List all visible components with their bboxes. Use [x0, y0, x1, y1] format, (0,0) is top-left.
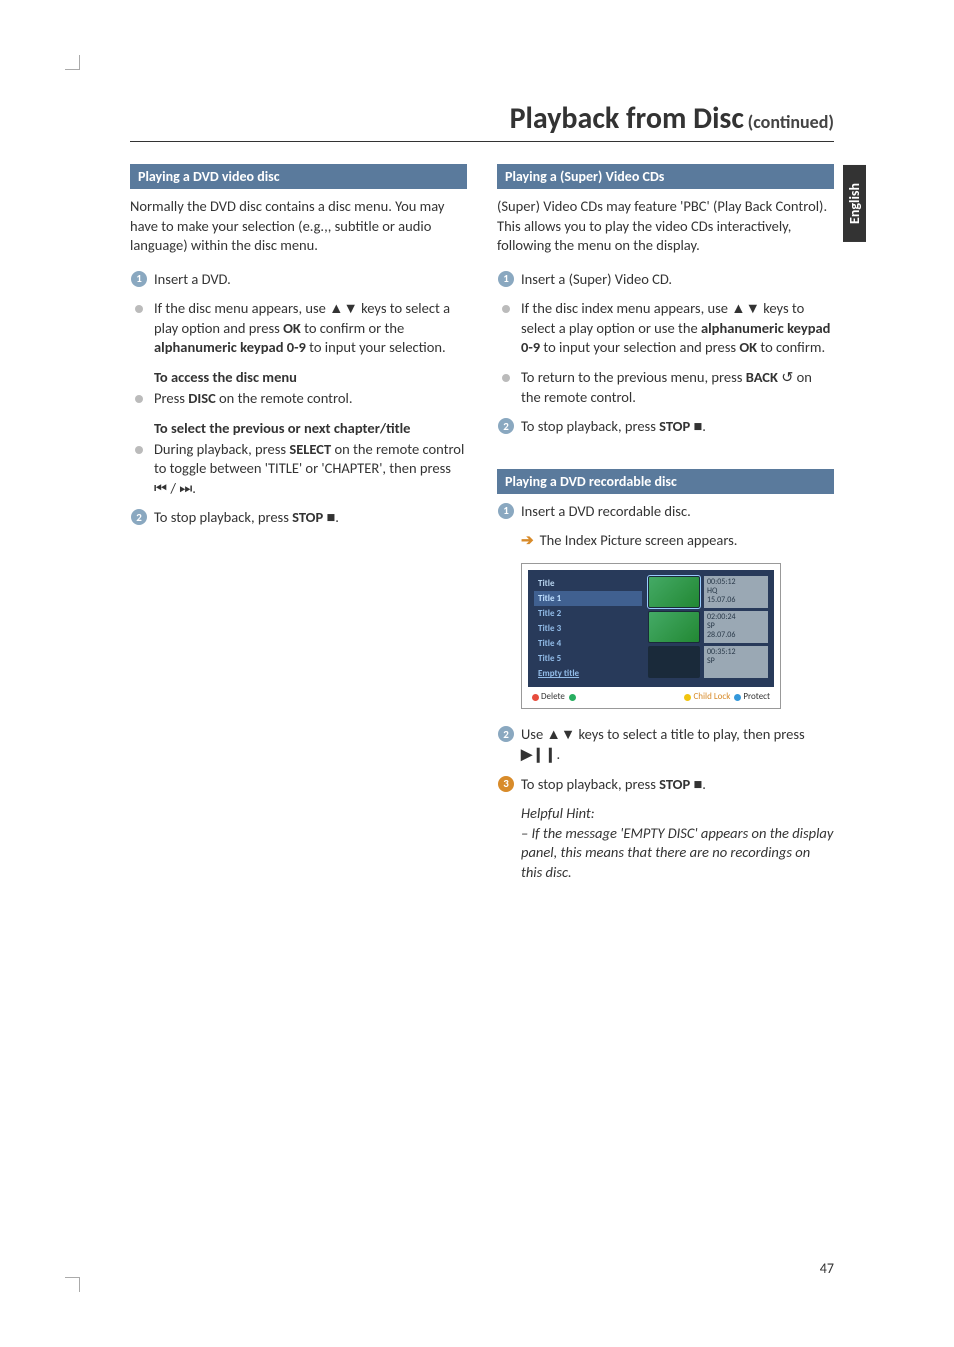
title-row: Title 5	[534, 651, 642, 666]
page-title: Playback from Disc (continued)	[130, 100, 834, 142]
period: .	[702, 417, 706, 435]
period: .	[556, 745, 560, 763]
step-text: Insert a DVD recordable disc.	[521, 502, 834, 522]
language-tab: English	[843, 165, 866, 242]
step-number-2-icon: 2	[131, 509, 147, 525]
step-text: If the disc menu appears, use ▲▼ keys to…	[154, 299, 467, 358]
step-text: To stop playback, press STOP ■.	[521, 417, 834, 437]
page-number: 47	[820, 1260, 834, 1277]
title-row: Title 2	[534, 606, 642, 621]
step-text: To stop playback, press STOP ■.	[154, 508, 467, 528]
bullet-icon	[135, 395, 143, 403]
green-dot-icon	[569, 694, 576, 701]
step-text: To stop playback, press STOP ■.	[521, 775, 834, 795]
bullet-icon	[135, 305, 143, 313]
thumbnail-meta: 00:05:12HQ15.07.06	[704, 576, 768, 608]
step-text: Insert a DVD.	[154, 270, 467, 290]
bullet-back: To return to the previous menu, press BA…	[497, 368, 834, 407]
subheading-select-chapter: To select the previous or next chapter/t…	[154, 419, 467, 437]
svcd-intro-text: (Super) Video CDs may feature 'PBC' (Pla…	[497, 197, 834, 256]
section-playing-svcd: Playing a (Super) Video CDs	[497, 164, 834, 189]
crop-mark	[65, 1277, 80, 1292]
step-3-stop-recordable: 3 To stop playback, press STOP ■.	[497, 775, 834, 795]
period: .	[335, 508, 339, 526]
step-text: To return to the previous menu, press BA…	[521, 368, 834, 407]
index-picture-screenshot: Title Title 1 Title 2 Title 3 Title 4 Ti…	[521, 563, 781, 709]
next-icon: ⏭	[179, 479, 192, 497]
updown-icon: ▲▼	[329, 299, 358, 317]
title-row: Title 4	[534, 636, 642, 651]
bullet-select-chapter: During playback, press SELECT on the rem…	[130, 440, 467, 499]
hint-text: – If the message 'EMPTY DISC' appears on…	[521, 824, 834, 883]
thumbnail-meta: 02:00:24SP28.07.06	[704, 611, 768, 643]
step-text: Use ▲▼ keys to select a title to play, t…	[521, 725, 834, 764]
bullet-icon	[502, 374, 510, 382]
result-index-picture: ➔ The Index Picture screen appears.	[521, 531, 834, 551]
bullet-press-disc: Press DISC on the remote control.	[130, 389, 467, 409]
thumbnail-column: 00:05:12HQ15.07.06 02:00:24SP28.07.06 00…	[648, 576, 768, 681]
title-header: Title	[534, 576, 642, 591]
stop-icon: ■	[693, 775, 702, 793]
step-number-3-icon: 3	[498, 776, 514, 792]
title-list: Title Title 1 Title 2 Title 3 Title 4 Ti…	[534, 576, 642, 681]
stop-icon: ■	[326, 508, 335, 526]
step-text: During playback, press SELECT on the rem…	[154, 440, 467, 499]
yellow-dot-icon	[684, 694, 691, 701]
play-pause-icon: ▶❙❙	[521, 745, 556, 763]
bullet-disc-menu: If the disc menu appears, use ▲▼ keys to…	[130, 299, 467, 358]
result-text: The Index Picture screen appears.	[540, 531, 738, 551]
index-footer: Delete Child Lock Protect	[528, 687, 774, 702]
period: .	[192, 479, 196, 497]
step-number-1-icon: 1	[131, 271, 147, 287]
left-column: Playing a DVD video disc Normally the DV…	[130, 160, 467, 882]
step-2-select-title: 2 Use ▲▼ keys to select a title to play,…	[497, 725, 834, 764]
step-number-2-icon: 2	[498, 418, 514, 434]
bullet-icon	[135, 446, 143, 454]
updown-icon: ▲▼	[546, 725, 575, 743]
crop-mark	[65, 55, 80, 70]
right-column: Playing a (Super) Video CDs (Super) Vide…	[497, 160, 834, 882]
step-text: Insert a (Super) Video CD.	[521, 270, 834, 290]
step-1-insert-svcd: 1 Insert a (Super) Video CD.	[497, 270, 834, 290]
stop-icon: ■	[693, 417, 702, 435]
title-row: Title 3	[534, 621, 642, 636]
subheading-access-menu: To access the disc menu	[154, 368, 467, 386]
bullet-index-menu: If the disc index menu appears, use ▲▼ k…	[497, 299, 834, 358]
thumbnail-image	[648, 576, 700, 608]
blue-dot-icon	[734, 694, 741, 701]
step-text: Press DISC on the remote control.	[154, 389, 467, 409]
period: .	[702, 775, 706, 793]
section-playing-dvd-recordable: Playing a DVD recordable disc	[497, 469, 834, 494]
title-row: Empty title	[534, 666, 642, 681]
helpful-hint: Helpful Hint: – If the message 'EMPTY DI…	[521, 804, 834, 882]
section-playing-dvd-video: Playing a DVD video disc	[130, 164, 467, 189]
step-number-2-icon: 2	[498, 726, 514, 742]
back-icon: ↺	[781, 368, 793, 386]
red-dot-icon	[532, 694, 539, 701]
dvd-intro-text: Normally the DVD disc contains a disc me…	[130, 197, 467, 256]
prev-icon: ⏮	[154, 479, 167, 497]
thumbnail-image	[648, 646, 700, 678]
title-sub: (continued)	[748, 111, 834, 133]
thumbnail-meta: 00:35:12SP	[704, 646, 768, 678]
title-main: Playback from Disc	[510, 100, 744, 137]
updown-icon: ▲▼	[731, 299, 760, 317]
step-number-1-icon: 1	[498, 271, 514, 287]
arrow-right-icon: ➔	[521, 531, 534, 551]
thumbnail-image	[648, 611, 700, 643]
bullet-icon	[502, 305, 510, 313]
step-2-stop-svcd: 2 To stop playback, press STOP ■.	[497, 417, 834, 437]
step-1-insert-recordable: 1 Insert a DVD recordable disc.	[497, 502, 834, 522]
hint-heading: Helpful Hint:	[521, 804, 834, 824]
step-text: If the disc index menu appears, use ▲▼ k…	[521, 299, 834, 358]
title-row: Title 1	[534, 591, 642, 606]
step-2-stop: 2 To stop playback, press STOP ■.	[130, 508, 467, 528]
step-1-insert-dvd: 1 Insert a DVD.	[130, 270, 467, 290]
step-number-1-icon: 1	[498, 503, 514, 519]
